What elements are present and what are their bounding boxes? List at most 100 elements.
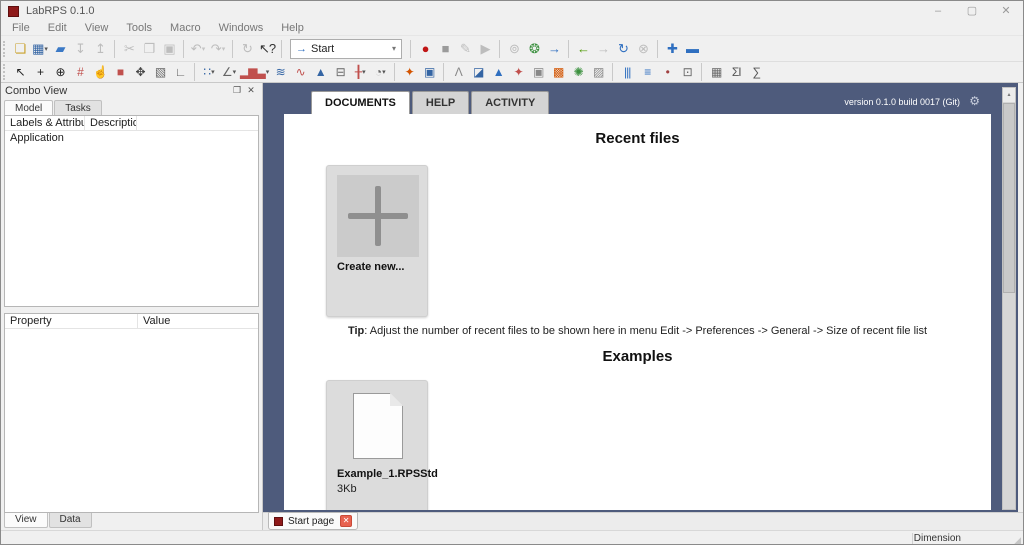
center-point-button[interactable]: ⊕ — [50, 62, 70, 83]
tab-data[interactable]: Data — [48, 513, 92, 528]
redo-icon: ↷ — [210, 41, 222, 56]
toolbar-handle[interactable] — [3, 40, 7, 57]
radial-scatter-button[interactable]: ✺ — [568, 62, 588, 83]
sum-column-button[interactable]: ΣΙ — [726, 62, 746, 83]
close-button[interactable]: ✕ — [989, 1, 1023, 21]
workbench-grid-button[interactable]: ▦ ▾ — [30, 38, 50, 59]
menu-item-file[interactable]: File — [3, 21, 39, 35]
tip-rest: : Adjust the number of recent files to b… — [364, 325, 928, 337]
menu-item-windows[interactable]: Windows — [210, 21, 273, 35]
start-page-window-tab[interactable]: Start page ✕ — [268, 512, 359, 530]
create-new-card[interactable]: Create new... — [326, 165, 428, 317]
heatmap-plot-button[interactable]: ▩ — [548, 62, 568, 83]
bar-chart-button[interactable]: ▂▆▃ ▾ — [239, 62, 270, 83]
nav-back-button[interactable]: ← — [573, 38, 593, 59]
open-file-button[interactable]: ▰ — [50, 38, 70, 59]
mosaic-plot-button[interactable]: ▨ — [588, 62, 608, 83]
tree-item-application[interactable]: Application — [5, 131, 258, 144]
grid-toggle-button[interactable]: # — [70, 62, 90, 83]
tab-help[interactable]: HELP — [411, 91, 470, 114]
screen-view-button[interactable]: ⊡ — [677, 62, 697, 83]
wave-plot-button[interactable]: ∿ — [290, 62, 310, 83]
toolbar-handle[interactable] — [3, 64, 7, 80]
line-plot-button[interactable]: ∠ ▾ — [219, 62, 239, 83]
select-mode-button[interactable]: ↖ — [10, 62, 30, 83]
cube-3d-plot-button[interactable]: ▣ — [419, 62, 439, 83]
gear-icon[interactable]: ⚙ — [969, 94, 980, 108]
sum-rows-button[interactable]: ∑ — [746, 62, 766, 83]
error-bar-plot-button[interactable]: ╂ ▾ — [350, 62, 370, 83]
cone-plot-button[interactable]: ▲ — [488, 62, 508, 83]
nav-forward-button[interactable]: → — [593, 38, 613, 59]
crosshair-button[interactable]: + — [30, 62, 50, 83]
tab-documents[interactable]: DOCUMENTS — [311, 91, 410, 114]
multi-line-plot-button[interactable]: ≋ — [270, 62, 290, 83]
point-style-button[interactable]: • — [657, 62, 677, 83]
horizontal-lines-button[interactable]: ≡ — [637, 62, 657, 83]
menu-item-view[interactable]: View — [76, 21, 118, 35]
macro-stop-button[interactable]: ■ — [435, 38, 455, 59]
menu-item-help[interactable]: Help — [272, 21, 313, 35]
move-view-button[interactable]: ✥ — [130, 62, 150, 83]
import-button[interactable]: ↧ — [70, 38, 90, 59]
scrollbar-thumb[interactable] — [1003, 103, 1015, 293]
web-home-button[interactable]: ⊚ — [504, 38, 524, 59]
paste-button[interactable]: ▣ — [159, 38, 179, 59]
zoom-region-button[interactable]: ▧ — [150, 62, 170, 83]
menu-item-tools[interactable]: Tools — [117, 21, 161, 35]
macro-record-button[interactable]: ● — [415, 38, 435, 59]
scatter-plot-button[interactable]: ∷ ▾ — [199, 62, 219, 83]
new-document-button[interactable]: ❏ — [10, 38, 30, 59]
web-refresh-button[interactable]: ↻ — [613, 38, 633, 59]
tab-activity[interactable]: ACTIVITY — [471, 91, 550, 114]
menu-item-edit[interactable]: Edit — [39, 21, 76, 35]
open-file-icon: ▰ — [55, 41, 66, 56]
heatmap-plot-icon: ▩ — [553, 65, 564, 79]
example-file-card[interactable]: Example_1.RPSStd 3Kb — [326, 380, 438, 510]
macro-play-button[interactable]: ▶ — [475, 38, 495, 59]
refresh-button[interactable]: ↻ — [237, 38, 257, 59]
export-button[interactable]: ↥ — [90, 38, 110, 59]
cube-3d-plot-2-button[interactable]: ▣ — [528, 62, 548, 83]
vertical-lines-button[interactable]: ||| — [617, 62, 637, 83]
workbench-selector[interactable]: → Start ▾ — [290, 38, 402, 59]
web-stop-button[interactable]: ⊗ — [633, 38, 653, 59]
start-page-button[interactable]: → — [544, 38, 564, 59]
menu-item-macro[interactable]: Macro — [161, 21, 210, 35]
float-panel-icon[interactable]: ❐ — [230, 85, 244, 96]
tab-tasks[interactable]: Tasks — [54, 100, 102, 115]
resize-grip-icon[interactable]: ◢ — [1014, 535, 1021, 544]
maximize-button[interactable]: ▢ — [955, 1, 989, 21]
whats-this-button[interactable]: ↖? — [257, 38, 277, 59]
close-panel-icon[interactable]: ✕ — [244, 85, 258, 96]
macro-edit-button[interactable]: ✎ — [455, 38, 475, 59]
cut-button[interactable]: ✂ — [119, 38, 139, 59]
hex-3d-plot-2-button[interactable]: ✦ — [508, 62, 528, 83]
tree-column-labels[interactable]: Labels & Attributes — [5, 116, 85, 130]
hex-3d-plot-button[interactable]: ✦ — [399, 62, 419, 83]
undo-button[interactable]: ↶ ▾ — [188, 38, 208, 59]
tab-view[interactable]: View — [4, 513, 48, 528]
pie-chart-button[interactable]: ◔ ▾ — [370, 62, 390, 83]
redo-button[interactable]: ↷ ▾ — [208, 38, 228, 59]
zoom-out-button[interactable]: ▬ — [682, 38, 702, 59]
tree-column-description[interactable]: Description — [85, 116, 137, 130]
close-tab-icon[interactable]: ✕ — [340, 515, 353, 527]
fit-view-button[interactable]: ∟ — [170, 62, 190, 83]
value-column[interactable]: Value — [138, 314, 258, 328]
minimize-button[interactable]: – — [921, 1, 955, 21]
surface-plot-button[interactable]: ◪ — [468, 62, 488, 83]
scroll-up-icon[interactable]: ▴ — [1003, 88, 1015, 102]
wireframe-plot-button[interactable]: Λ — [448, 62, 468, 83]
property-column[interactable]: Property — [5, 314, 138, 328]
box-3d-button[interactable]: ■ — [110, 62, 130, 83]
area-plot-button[interactable]: ▲ — [310, 62, 330, 83]
zoom-in-button[interactable]: ✚ — [662, 38, 682, 59]
data-table-button[interactable]: ▦ — [706, 62, 726, 83]
copy-button[interactable]: ❐ — [139, 38, 159, 59]
web-browser-button[interactable]: ❂ — [524, 38, 544, 59]
box-plot-button[interactable]: ⊟ — [330, 62, 350, 83]
vertical-scrollbar[interactable]: ▴ — [1002, 87, 1016, 510]
pan-button[interactable]: ☝ — [90, 62, 110, 83]
tab-model[interactable]: Model — [4, 100, 54, 115]
